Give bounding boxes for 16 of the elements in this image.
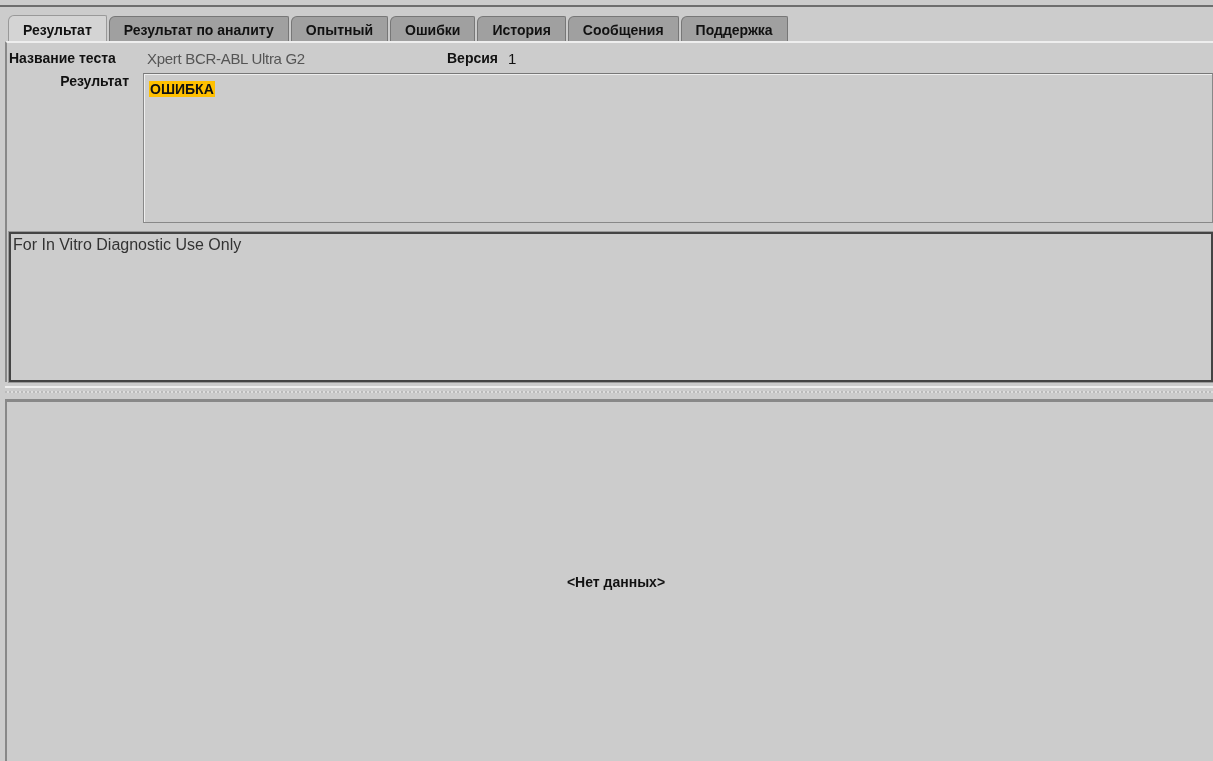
version-value: 1	[508, 49, 518, 67]
field-label: Результат	[59, 73, 130, 91]
tab[interactable]: История	[477, 16, 566, 41]
empty-message: <Нет данных>	[566, 573, 666, 590]
tab[interactable]: Результат	[8, 15, 107, 41]
test-name-value: Xpert BCR-ABL Ultra G2	[147, 49, 306, 67]
tab[interactable]: Результат по аналиту	[108, 16, 289, 41]
tab[interactable]: Опытный	[290, 16, 388, 41]
result-value: ОШИБКА	[149, 81, 215, 97]
tab[interactable]: Сообщения	[567, 16, 679, 41]
notice-text: For In Vitro Diagnostic Use Only	[13, 236, 242, 253]
field-label: Название теста	[9, 50, 117, 66]
splitter-handle[interactable]	[5, 386, 1213, 402]
tab[interactable]: Ошибки	[390, 16, 476, 41]
tab[interactable]: Поддержка	[680, 16, 788, 41]
field-label: Версия	[447, 50, 498, 66]
